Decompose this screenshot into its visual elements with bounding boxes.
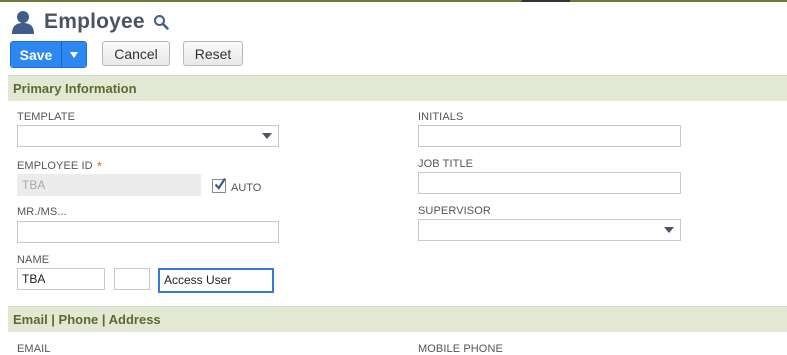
section-email-phone-address[interactable]: Email | Phone | Address: [8, 306, 787, 332]
employee-id-field: TBA: [17, 174, 201, 196]
search-icon[interactable]: [153, 14, 169, 30]
section-primary-information[interactable]: Primary Information: [8, 75, 787, 101]
supervisor-select[interactable]: [418, 219, 681, 241]
employee-id-label-text: EMPLOYEE ID: [17, 160, 93, 172]
mr-ms-label: MR./MS...: [17, 206, 67, 218]
chevron-down-icon: [664, 227, 674, 233]
email-label: EMAIL: [17, 343, 51, 355]
initials-field[interactable]: [418, 125, 681, 147]
job-title-field[interactable]: [418, 172, 681, 194]
auto-label: AUTO: [231, 182, 262, 194]
section-title: Email | Phone | Address: [13, 312, 161, 327]
auto-checkbox[interactable]: [212, 177, 226, 193]
template-select[interactable]: [17, 125, 279, 147]
mobile-phone-label: MOBILE PHONE: [418, 343, 503, 355]
section-title: Primary Information: [13, 81, 137, 96]
mr-ms-field[interactable]: [17, 221, 279, 243]
cancel-button[interactable]: Cancel: [102, 41, 170, 66]
name-label: NAME: [17, 254, 50, 266]
top-accent-line: [0, 0, 787, 2]
initials-label: INITIALS: [418, 111, 464, 123]
template-label: TEMPLATE: [17, 111, 76, 123]
page-title: Employee: [44, 10, 145, 33]
first-name-field[interactable]: TBA: [17, 268, 105, 290]
save-button[interactable]: Save: [11, 42, 62, 67]
person-icon: [10, 9, 36, 35]
last-name-field[interactable]: Access User: [158, 268, 274, 293]
reset-button[interactable]: Reset: [183, 41, 243, 66]
middle-name-field[interactable]: [114, 268, 150, 290]
toolbar: Save Cancel Reset: [10, 41, 243, 68]
save-dropdown-button[interactable]: [62, 42, 86, 67]
job-title-label: JOB TITLE: [418, 158, 474, 170]
checkmark-icon: [214, 177, 226, 190]
chevron-down-icon: [262, 133, 272, 139]
save-split-button: Save: [10, 41, 87, 68]
employee-id-label: EMPLOYEE ID *: [17, 158, 102, 174]
page-header: Employee: [10, 8, 169, 36]
required-marker: *: [96, 158, 103, 174]
supervisor-label: SUPERVISOR: [418, 205, 491, 217]
caret-down-icon: [70, 51, 78, 58]
top-accent-mark: [522, 0, 570, 2]
